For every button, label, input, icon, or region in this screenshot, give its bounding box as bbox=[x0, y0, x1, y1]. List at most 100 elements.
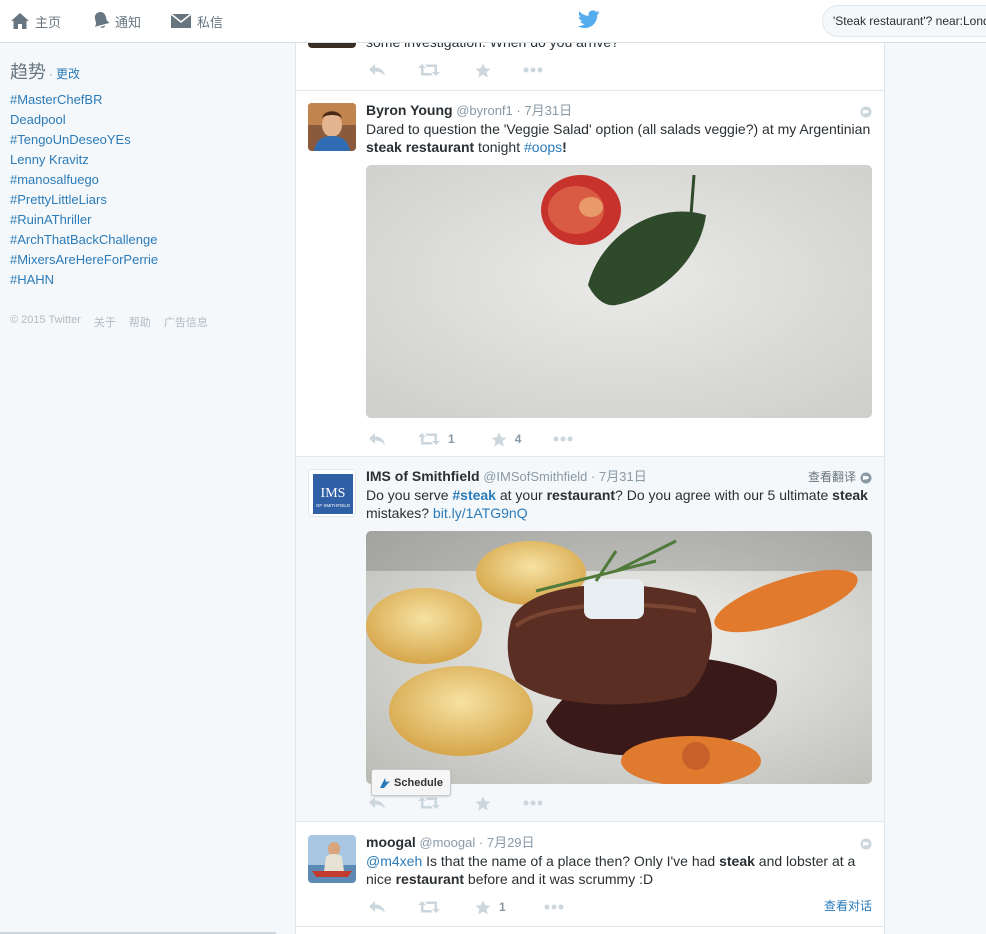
retweet-icon[interactable] bbox=[418, 900, 440, 914]
trend-item[interactable]: #PrettyLittleLiars bbox=[10, 190, 280, 210]
trend-item[interactable]: #MasterChefBR bbox=[10, 90, 280, 110]
tweet[interactable]: some investigation. When do you arrive? bbox=[296, 43, 884, 91]
retweet-icon[interactable] bbox=[418, 63, 440, 77]
tweet-text: @m4xeh Is that the name of a place then?… bbox=[366, 852, 872, 888]
tweet-separator: · bbox=[478, 835, 484, 850]
avatar-logo-subtext: OF SMITHFIELD bbox=[316, 503, 351, 508]
tweet[interactable]: moogal @moogal · 7月29日 @m4xeh Is that th… bbox=[296, 823, 884, 927]
globe-icon bbox=[860, 105, 872, 121]
more-options-icon[interactable] bbox=[544, 904, 564, 910]
tweet-text-part: before and it was scrummy :D bbox=[464, 871, 654, 887]
schedule-button[interactable]: Schedule bbox=[371, 769, 451, 796]
avatar[interactable] bbox=[308, 103, 356, 151]
tweet-text-part: Is that the name of a place then? Only I… bbox=[422, 853, 720, 869]
trend-list: #MasterChefBR Deadpool #TengoUnDeseoYEs … bbox=[10, 90, 280, 290]
retweet-icon[interactable] bbox=[418, 796, 440, 810]
tweet-fullname[interactable]: Byron Young bbox=[366, 102, 453, 118]
avatar[interactable] bbox=[308, 835, 356, 883]
hashtag-link-text: #steak bbox=[452, 487, 496, 503]
avatar-logo-text: IMS bbox=[321, 486, 346, 501]
reply-icon[interactable] bbox=[368, 796, 386, 810]
trends-change-link[interactable]: 更改 bbox=[56, 65, 80, 82]
tweet-text: some investigation. When do you arrive? bbox=[366, 43, 872, 51]
view-conversation-link[interactable]: 查看对话 bbox=[824, 897, 872, 914]
twitter-bird-icon[interactable] bbox=[577, 10, 600, 32]
tweet-timestamp[interactable]: 7月31日 bbox=[524, 103, 572, 118]
nav-notifications[interactable]: 通知 bbox=[92, 0, 141, 42]
tweet[interactable]: Byron Young @byronf1 · 7月31日 Dared to qu… bbox=[296, 91, 884, 457]
mention-link[interactable]: @m4xeh bbox=[366, 853, 422, 869]
trend-item[interactable]: #TengoUnDeseoYEs bbox=[10, 130, 280, 150]
tweet-timestamp[interactable]: 7月31日 bbox=[599, 469, 647, 484]
tweet-username[interactable]: @IMSofSmithfield bbox=[483, 469, 587, 484]
trend-item[interactable]: #HAHN bbox=[10, 270, 280, 290]
tweet-header: Byron Young @byronf1 · 7月31日 bbox=[366, 101, 872, 120]
tweet-actions: 1 bbox=[366, 897, 564, 917]
favorite-count: 4 bbox=[514, 432, 522, 446]
tweet-text-highlight: restaurant bbox=[546, 487, 616, 503]
tweet-actions bbox=[366, 60, 543, 80]
more-options-icon[interactable] bbox=[523, 800, 543, 806]
tweet-fullname[interactable]: IMS of Smithfield bbox=[366, 468, 480, 484]
trends-module: 趋势 · 更改 #MasterChefBR Deadpool #TengoUnD… bbox=[10, 58, 280, 290]
schedule-icon bbox=[380, 777, 391, 788]
envelope-icon bbox=[170, 13, 192, 29]
footer-copyright: © 2015 Twitter bbox=[10, 314, 81, 326]
tweet-actions: 1 4 bbox=[366, 429, 573, 449]
trend-item[interactable]: #ArchThatBackChallenge bbox=[10, 230, 280, 250]
hashtag-link[interactable]: #oops bbox=[524, 139, 562, 155]
tweet-text-part: mistakes? bbox=[366, 505, 433, 521]
tweet-text-part: ! bbox=[562, 139, 567, 155]
footer-about-link[interactable]: 关于 bbox=[94, 314, 116, 330]
trend-item[interactable]: Lenny Kravitz bbox=[10, 150, 280, 170]
tweet-fullname[interactable]: moogal bbox=[366, 834, 416, 850]
schedule-label: Schedule bbox=[394, 776, 443, 789]
tweet[interactable]: IMS OF SMITHFIELD IMS of Smithfield @IMS… bbox=[296, 457, 884, 822]
tweet-text-part: ? Do you agree with our 5 ultimate bbox=[615, 487, 833, 503]
tweet-separator: · bbox=[591, 469, 596, 484]
footer-ads-link[interactable]: 广告信息 bbox=[164, 314, 208, 330]
trend-item[interactable]: #manosalfuego bbox=[10, 170, 280, 190]
hashtag-link[interactable]: #steak bbox=[452, 487, 496, 503]
url-link[interactable]: bit.ly/1ATG9nQ bbox=[433, 505, 528, 521]
favorite-star-icon[interactable]: 4 bbox=[491, 432, 522, 447]
tweet-text-highlight: steak bbox=[832, 487, 868, 503]
more-options-icon[interactable] bbox=[553, 436, 573, 442]
top-navigation-bar: 主页 通知 私信 'Steak restaurant'? near:London bbox=[0, 0, 986, 43]
tweet-username[interactable]: @moogal bbox=[419, 835, 475, 850]
favorite-star-icon[interactable]: 1 bbox=[475, 900, 506, 915]
retweet-icon[interactable]: 1 bbox=[418, 432, 455, 446]
tweet-text-part: tonight bbox=[474, 139, 524, 155]
reply-icon[interactable] bbox=[368, 63, 386, 77]
search-input[interactable]: 'Steak restaurant'? near:London bbox=[822, 5, 986, 37]
tweet-photo[interactable] bbox=[366, 531, 872, 784]
tweet-actions bbox=[366, 793, 543, 813]
footer-help-link[interactable]: 帮助 bbox=[129, 314, 151, 330]
bell-icon bbox=[92, 11, 110, 31]
home-icon bbox=[10, 12, 30, 30]
tweet-timestamp[interactable]: 7月29日 bbox=[487, 835, 535, 850]
tweet-photo[interactable] bbox=[366, 165, 872, 418]
favorite-star-icon[interactable] bbox=[475, 796, 491, 811]
globe-icon bbox=[860, 471, 872, 487]
trend-item[interactable]: #RuinAThriller bbox=[10, 210, 280, 230]
trend-item[interactable]: #MixersAreHereForPerrie bbox=[10, 250, 280, 270]
translate-link[interactable]: 查看翻译 bbox=[808, 468, 856, 485]
reply-icon[interactable] bbox=[368, 432, 386, 446]
favorite-count: 1 bbox=[499, 900, 506, 914]
tweet-username[interactable]: @byronf1 bbox=[456, 103, 513, 118]
globe-icon bbox=[860, 837, 872, 853]
footer-links: © 2015 Twitter 关于 帮助 广告信息 bbox=[10, 314, 208, 330]
more-options-icon[interactable] bbox=[523, 67, 543, 73]
nav-messages[interactable]: 私信 bbox=[170, 0, 223, 42]
tweet-separator: · bbox=[516, 103, 521, 118]
nav-home-label: 主页 bbox=[35, 14, 62, 30]
nav-home[interactable]: 主页 bbox=[10, 0, 61, 42]
reply-icon[interactable] bbox=[368, 900, 386, 914]
tweet-text-highlight: restaurant bbox=[395, 871, 465, 887]
tweet-text-part: Dared to question the 'Veggie Salad' opt… bbox=[366, 121, 871, 137]
trend-item[interactable]: Deadpool bbox=[10, 110, 280, 130]
favorite-star-icon[interactable] bbox=[475, 63, 491, 78]
avatar[interactable]: IMS OF SMITHFIELD bbox=[308, 469, 356, 517]
avatar[interactable] bbox=[308, 43, 356, 48]
